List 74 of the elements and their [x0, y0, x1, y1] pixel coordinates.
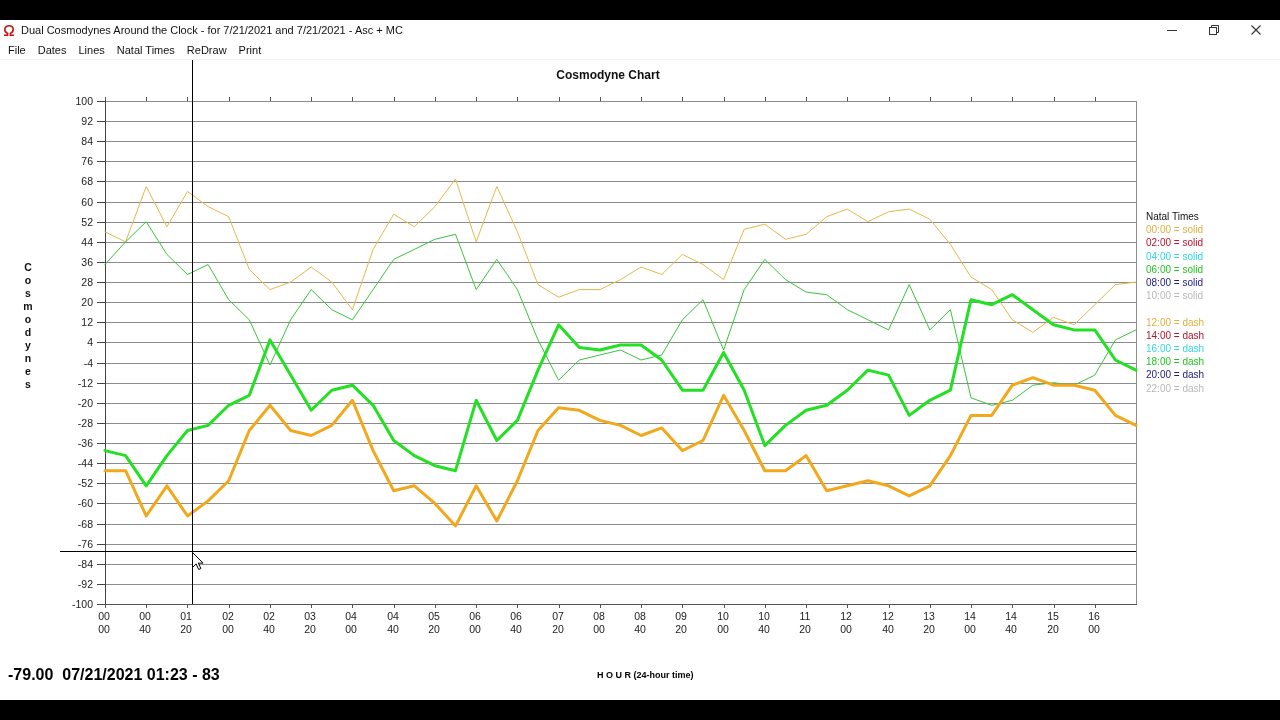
- minimize-icon: [1167, 29, 1177, 31]
- x-tick-label: 12 40: [882, 610, 894, 635]
- y-tick-label: 12: [81, 316, 93, 328]
- legend-entry: 22:00 = dash: [1146, 381, 1205, 395]
- legend-entry: 20:00 = dash: [1146, 368, 1205, 382]
- y-tick-label: 44: [81, 236, 93, 248]
- x-tick-label: 08 00: [593, 610, 605, 635]
- x-tick-label: 03 20: [304, 610, 316, 635]
- chart-title: Cosmodyne Chart: [556, 68, 660, 82]
- y-tick-label: 92: [81, 115, 93, 127]
- y-tick-label: 60: [81, 196, 93, 208]
- y-tick-label: -60: [77, 497, 93, 509]
- legend-title: Natal Times: [1146, 210, 1199, 224]
- y-tick-label: 100: [75, 95, 93, 107]
- close-icon: [1251, 25, 1261, 35]
- legend-entry: 00:00 = solid: [1146, 223, 1203, 237]
- y-tick-label: 84: [81, 135, 93, 147]
- y-tick-label: 28: [81, 276, 93, 288]
- legend-entry: 10:00 = solid: [1146, 289, 1203, 303]
- y-tick-label: -36: [77, 437, 93, 449]
- y-tick-label: 76: [81, 155, 93, 167]
- y-tick-label: 52: [81, 216, 93, 228]
- x-tick-label: 10 00: [717, 610, 729, 635]
- x-tick-label: 00 00: [98, 610, 110, 635]
- x-tick-label: 06 40: [510, 610, 522, 635]
- legend-entry: 14:00 = dash: [1146, 328, 1205, 342]
- x-tick-label: 04 00: [345, 610, 357, 635]
- y-tick-label: 68: [81, 175, 93, 187]
- y-tick-label: 20: [81, 296, 93, 308]
- legend-entry: 16:00 = dash: [1146, 342, 1205, 356]
- y-axis-title: Cosmodynes: [23, 261, 33, 390]
- x-tick-label: 15 20: [1047, 610, 1059, 635]
- x-tick-label: 10 40: [758, 610, 770, 635]
- y-tick-label: -52: [77, 477, 93, 489]
- y-tick-label: 4: [87, 336, 93, 348]
- restore-icon: [1209, 25, 1219, 35]
- x-tick-label: 16 00: [1088, 610, 1100, 635]
- y-tick-label: -76: [77, 538, 93, 550]
- legend-entry: 02:00 = solid: [1146, 236, 1203, 250]
- x-tick-label: 01 20: [180, 610, 192, 635]
- legend-entry: 18:00 = dash: [1146, 355, 1205, 369]
- omega-icon: [4, 24, 14, 36]
- legend-entry: 08:00 = solid: [1146, 276, 1203, 290]
- x-tick-label: 14 40: [1005, 610, 1017, 635]
- y-tick-label: -28: [77, 417, 93, 429]
- y-tick-label: -44: [77, 457, 93, 469]
- x-tick-label: 00 40: [139, 610, 151, 635]
- mouse-pointer-icon: [192, 552, 204, 570]
- legend-entry: 06:00 = solid: [1146, 262, 1203, 276]
- x-tick-label: 12 00: [840, 610, 852, 635]
- y-tick-label: -68: [77, 518, 93, 530]
- x-tick-label: 06 00: [469, 610, 481, 635]
- y-tick-label: -12: [77, 377, 93, 389]
- x-tick-label: 05 20: [428, 610, 440, 635]
- x-tick-label: 11 20: [799, 610, 811, 635]
- x-tick-label: 02 40: [263, 610, 275, 635]
- x-tick-label: 04 40: [387, 610, 399, 635]
- window-title: Dual Cosmodynes Around the Clock - for 7/21/2021 and 7/21/2021 - Asc + MC: [21, 24, 404, 36]
- x-axis-title: H O U R (24-hour time): [597, 670, 694, 680]
- x-tick-label: 08 40: [634, 610, 646, 635]
- cursor-readout: -79.00 07/21/2021 01:23 - 83: [8, 665, 220, 685]
- x-tick-label: 02 00: [222, 610, 234, 635]
- y-tick-label: -92: [77, 578, 93, 590]
- y-tick-label: -4: [83, 357, 93, 369]
- x-tick-label: 07 20: [552, 610, 564, 635]
- y-tick-label: -20: [77, 397, 93, 409]
- x-tick-label: 14 00: [964, 610, 976, 635]
- legend-entry: 12:00 = dash: [1146, 315, 1205, 329]
- y-tick-label: 36: [81, 256, 93, 268]
- legend-entry: 04:00 = solid: [1146, 249, 1203, 263]
- x-tick-label: 13 20: [923, 610, 935, 635]
- x-tick-label: 09 20: [675, 610, 687, 635]
- y-tick-label: -84: [77, 558, 93, 570]
- y-tick-label: -100: [72, 598, 93, 610]
